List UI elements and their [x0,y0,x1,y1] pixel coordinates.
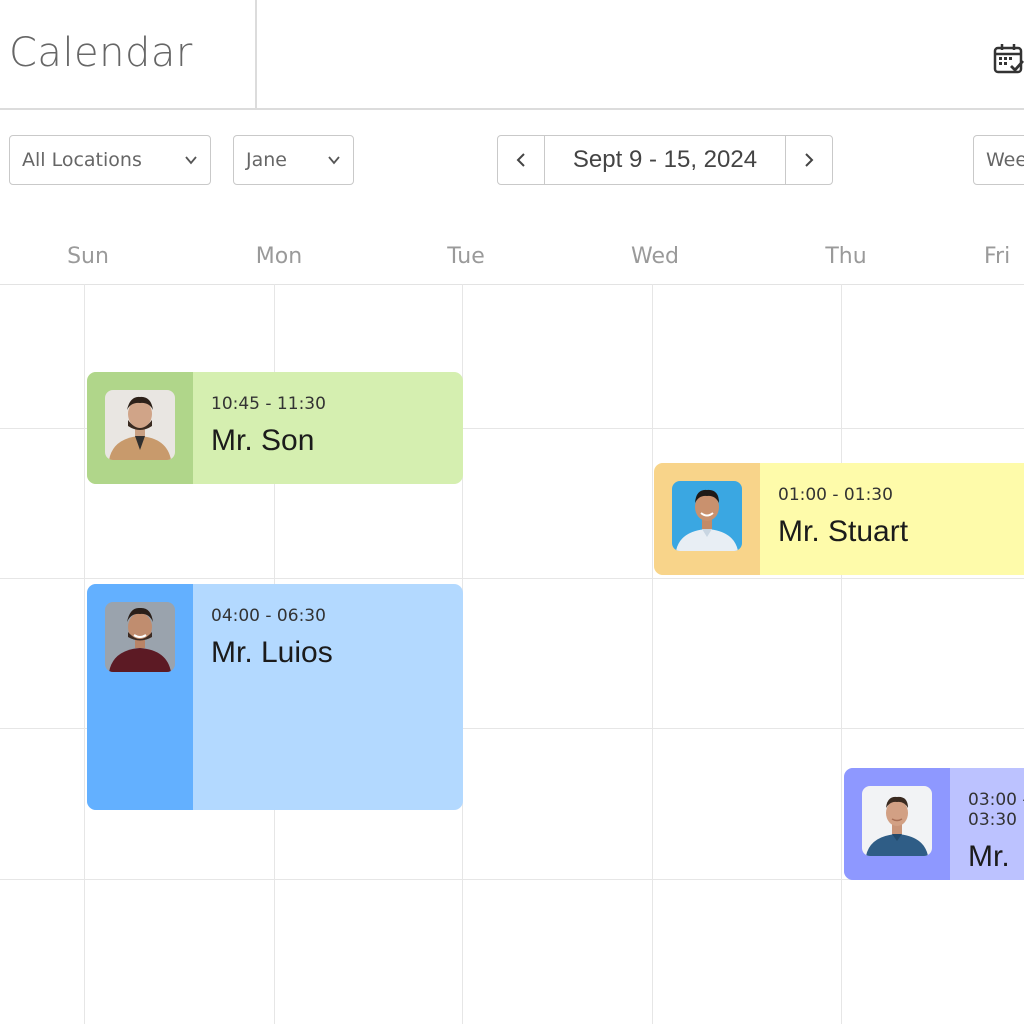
chevron-down-icon [185,156,197,165]
event-time: 04:00 - 06:30 [211,606,326,626]
grid-top-border [0,284,1024,285]
grid-column-line [841,284,842,1024]
view-select-label: Week [986,149,1024,171]
event-body: 03:00 - 03:30 Mr. [950,768,1024,880]
staff-select[interactable]: Jane [233,135,354,185]
previous-week-button[interactable] [498,136,545,184]
chevron-right-icon [805,153,814,167]
event-card-luios[interactable]: 04:00 - 06:30 Mr. Luios [87,584,463,810]
event-client-name: Mr. Luios [211,636,333,669]
day-header-fri: Fri [984,244,1011,269]
day-header-sun: Sun [67,244,109,269]
event-client-name: Mr. Son [211,424,315,457]
avatar [862,786,932,856]
avatar [105,602,175,672]
event-time: 03:00 - 03:30 [968,790,1024,830]
location-select[interactable]: All Locations [9,135,211,185]
staff-select-label: Jane [246,149,287,171]
grid-column-line [84,284,85,1024]
app-header: Calendar [0,0,1024,110]
event-accent [654,463,760,575]
chevron-left-icon [516,153,525,167]
event-accent [87,372,193,484]
location-select-label: All Locations [22,149,142,171]
event-body: 10:45 - 11:30 Mr. Son [193,372,326,484]
page-title: Calendar [9,30,193,76]
event-card-son[interactable]: 10:45 - 11:30 Mr. Son [87,372,463,484]
event-card-partial[interactable]: 03:00 - 03:30 Mr. [844,768,1024,880]
day-header-tue: Tue [447,244,485,269]
event-body: 04:00 - 06:30 Mr. Luios [193,584,333,810]
event-time: 10:45 - 11:30 [211,394,326,414]
avatar [672,481,742,551]
day-header-wed: Wed [631,244,679,269]
date-navigator: Sept 9 - 15, 2024 [497,135,833,185]
date-range-label[interactable]: Sept 9 - 15, 2024 [545,136,785,184]
next-week-button[interactable] [785,136,832,184]
event-client-name: Mr. [968,840,1010,873]
event-time: 01:00 - 01:30 [778,485,893,505]
event-client-name: Mr. Stuart [778,515,909,548]
grid-column-line [652,284,653,1024]
event-card-stuart[interactable]: 01:00 - 01:30 Mr. Stuart [654,463,1024,575]
calendar-check-icon[interactable] [992,42,1024,76]
event-accent [87,584,193,810]
header-divider [255,0,257,108]
day-header-thu: Thu [825,244,867,269]
view-select[interactable]: Week [973,135,1024,185]
day-header-mon: Mon [255,244,303,269]
chevron-down-icon [328,156,340,165]
grid-row-line [0,578,1024,579]
event-accent [844,768,950,880]
avatar [105,390,175,460]
event-body: 01:00 - 01:30 Mr. Stuart [760,463,908,575]
